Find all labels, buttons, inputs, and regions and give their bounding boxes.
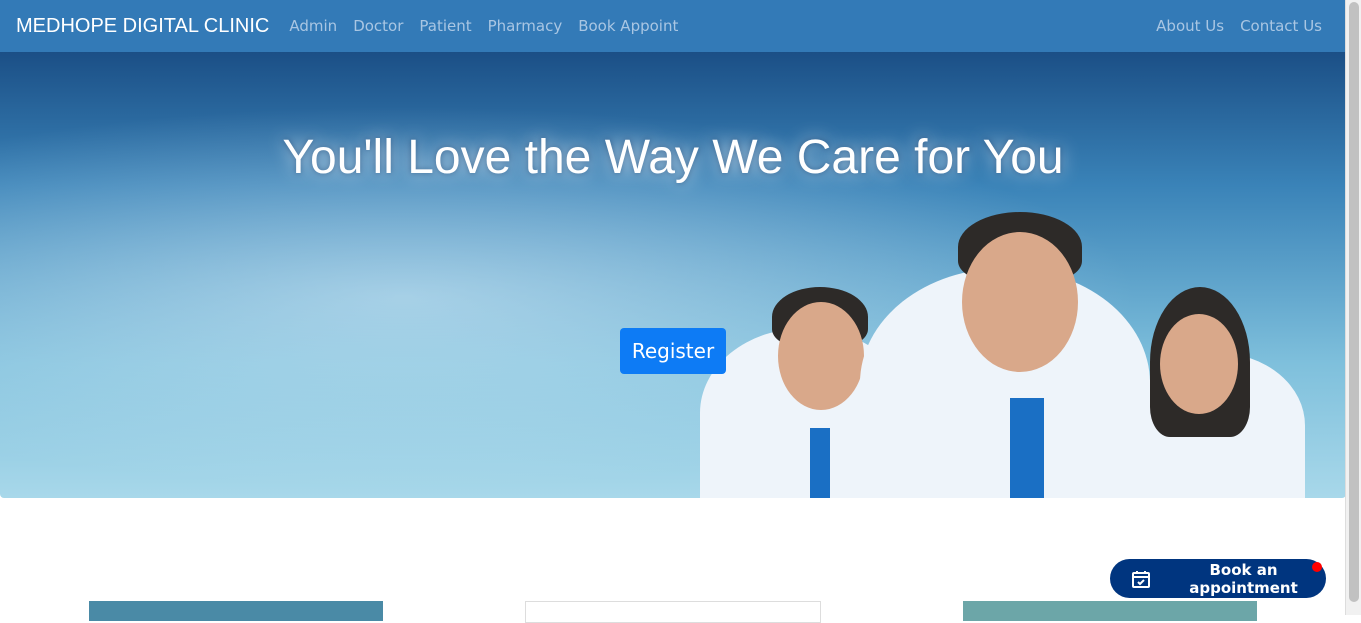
- register-button[interactable]: Register: [620, 328, 726, 374]
- nav-contact-us[interactable]: Contact Us: [1240, 17, 1322, 35]
- scrollbar[interactable]: [1345, 0, 1361, 615]
- nav-admin[interactable]: Admin: [289, 17, 337, 35]
- hero-title: You'll Love the Way We Care for You: [282, 131, 1064, 184]
- notification-dot: [1312, 562, 1322, 572]
- feature-card: [963, 601, 1257, 621]
- feature-card: [89, 601, 383, 621]
- book-appointment-label: Book an appointment: [1189, 560, 1298, 597]
- nav-pharmacy[interactable]: Pharmacy: [488, 17, 563, 35]
- nav-about-us[interactable]: About Us: [1156, 17, 1224, 35]
- hero-banner: You'll Love the Way We Care for You Regi…: [0, 52, 1346, 498]
- navbar: MEDHOPE DIGITAL CLINIC Admin Doctor Pati…: [0, 0, 1346, 52]
- nav-book-appoint[interactable]: Book Appoint: [578, 17, 678, 35]
- nav-patient[interactable]: Patient: [419, 17, 471, 35]
- book-appointment-button[interactable]: Book an appointment: [1110, 559, 1326, 598]
- brand[interactable]: MEDHOPE DIGITAL CLINIC: [16, 15, 269, 38]
- nav-doctor[interactable]: Doctor: [353, 17, 403, 35]
- feature-card: [525, 601, 821, 623]
- calendar-check-icon: [1131, 569, 1151, 589]
- scrollbar-thumb[interactable]: [1349, 2, 1359, 602]
